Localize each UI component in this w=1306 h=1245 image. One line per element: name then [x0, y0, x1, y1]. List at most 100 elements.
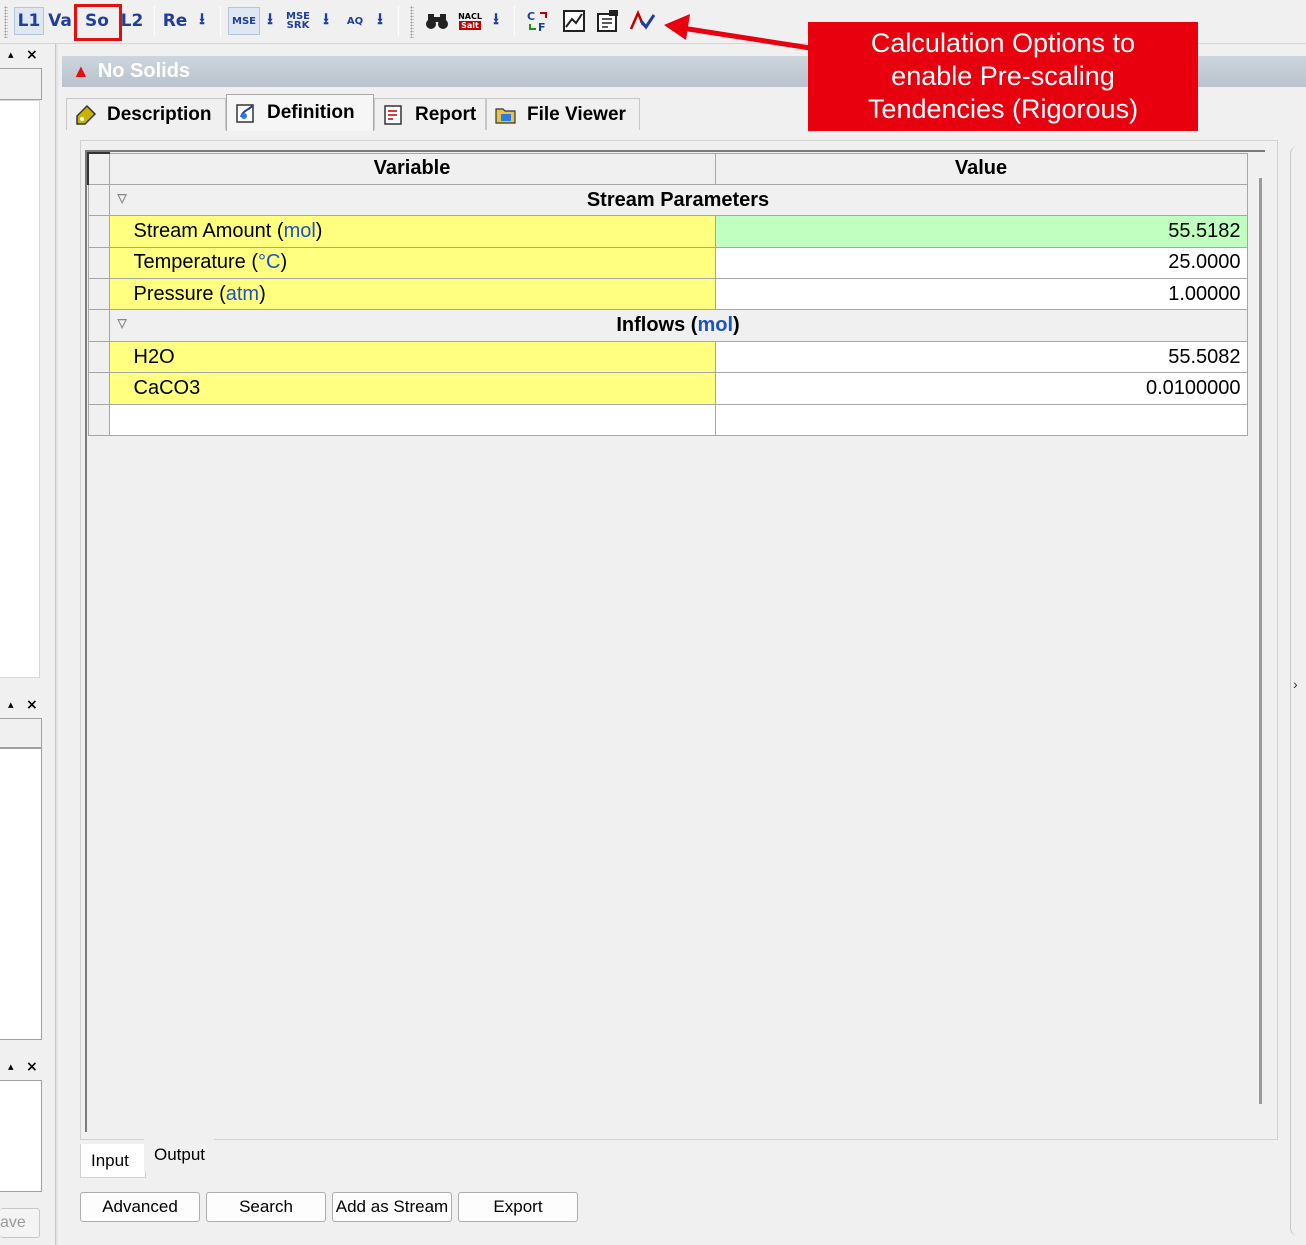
- tab-output[interactable]: Output: [144, 1138, 214, 1172]
- column-header-variable[interactable]: Variable: [108, 152, 716, 185]
- variable-cell[interactable]: H2O: [108, 340, 716, 374]
- toolbar-separator: [154, 6, 155, 36]
- value-cell[interactable]: 55.5082: [714, 340, 1248, 374]
- export-button[interactable]: Export: [458, 1192, 578, 1222]
- grid-scrollbar[interactable]: [1259, 178, 1262, 1104]
- tab-definition[interactable]: Definition: [226, 94, 374, 131]
- table-row[interactable]: Stream Amount (mol) 55.5182: [87, 215, 1248, 248]
- download-arrow-icon[interactable]: ⭳: [488, 7, 504, 35]
- value-cell[interactable]: 1.00000: [714, 278, 1248, 311]
- nacl-salt-icon[interactable]: NACL Salt: [456, 7, 484, 35]
- splitter[interactable]: [55, 44, 58, 1245]
- variable-cell[interactable]: Temperature (°C): [108, 246, 716, 280]
- new-value-cell[interactable]: [714, 403, 1248, 437]
- variable-grid: Variable Value ▽ Stream Parameters Strea…: [87, 151, 1248, 437]
- dock-header-bottom: ▴ ×: [0, 1059, 46, 1078]
- toolbar-button-aq[interactable]: AQ: [342, 7, 368, 35]
- row-selector[interactable]: [87, 246, 110, 280]
- download-arrow-icon[interactable]: ⭳: [318, 7, 334, 35]
- value-cell[interactable]: 55.5182: [714, 215, 1248, 248]
- toolbar-button-re[interactable]: Re: [160, 7, 190, 35]
- save-button[interactable]: ave: [0, 1208, 40, 1238]
- close-icon[interactable]: ×: [26, 697, 38, 713]
- chart-icon[interactable]: [560, 7, 588, 35]
- grid-header-row: Variable Value: [87, 151, 1248, 185]
- value-cell[interactable]: 0.0100000: [714, 372, 1248, 405]
- toolbar-grip[interactable]: [4, 6, 8, 38]
- toolbar-button-va[interactable]: Va: [46, 7, 74, 35]
- report-icon: [383, 104, 405, 126]
- add-as-stream-button[interactable]: Add as Stream: [332, 1192, 452, 1222]
- chevron-right-icon[interactable]: ›: [1293, 676, 1298, 692]
- srk-label: SRK: [286, 20, 310, 31]
- table-row[interactable]: Pressure (atm) 1.00000: [87, 278, 1248, 311]
- table-row[interactable]: H2O 55.5082: [87, 340, 1248, 374]
- unit-link[interactable]: atm: [226, 283, 259, 305]
- new-row[interactable]: [87, 403, 1248, 437]
- tab-file-viewer[interactable]: File Viewer: [486, 98, 640, 130]
- dock-panel-middle: [0, 748, 42, 1040]
- tag-icon: [75, 104, 97, 126]
- toolbar-button-mse[interactable]: MSE: [228, 7, 260, 35]
- properties-icon[interactable]: [594, 7, 622, 35]
- download-arrow-icon[interactable]: ⭳: [372, 7, 388, 35]
- collapse-triangle-icon[interactable]: ▽: [118, 191, 127, 205]
- toolbar-separator: [220, 6, 221, 36]
- search-button[interactable]: Search: [206, 1192, 326, 1222]
- convert-units-icon[interactable]: CF: [524, 7, 552, 35]
- unit-link[interactable]: mol: [697, 314, 733, 336]
- close-icon[interactable]: ×: [26, 1059, 38, 1075]
- binoculars-icon[interactable]: [424, 7, 450, 35]
- row-selector[interactable]: [87, 403, 110, 437]
- value-cell[interactable]: 25.0000: [714, 246, 1248, 280]
- tab-report[interactable]: Report: [374, 98, 486, 130]
- variable-cell[interactable]: CaCO3: [108, 372, 716, 405]
- section-header[interactable]: ▽ Stream Parameters: [108, 183, 1248, 217]
- row-selector[interactable]: [87, 278, 110, 311]
- section-row-stream-parameters: ▽ Stream Parameters: [87, 183, 1248, 217]
- dock-header-middle: ▴ ×: [0, 697, 46, 716]
- calculation-options-icon[interactable]: [628, 7, 656, 35]
- app-window: L1 Va So L2 Re ⭳ MSE ⭳ MSE SRK ⭳ AQ ⭳ NA…: [0, 0, 1306, 1245]
- toolbar-button-l2[interactable]: L2: [118, 7, 146, 35]
- warning-icon: ▲: [72, 61, 90, 81]
- collapse-icon[interactable]: ▴: [8, 698, 14, 711]
- close-icon[interactable]: ×: [26, 47, 38, 63]
- variable-cell[interactable]: Pressure (atm): [108, 278, 716, 311]
- new-variable-cell[interactable]: [108, 403, 716, 437]
- toolbar-button-mse-srk[interactable]: MSE SRK: [284, 7, 312, 35]
- toolbar-separator: [398, 6, 399, 36]
- tab-input[interactable]: Input: [80, 1144, 146, 1178]
- download-arrow-icon[interactable]: ⭳: [262, 7, 278, 35]
- dock-header-top: ▴ ×: [0, 47, 46, 66]
- section-header[interactable]: ▽ Inflows (mol): [108, 309, 1248, 342]
- select-all-cell[interactable]: [87, 151, 110, 185]
- dock-panel-top: [0, 100, 40, 678]
- download-arrow-icon[interactable]: ⭳: [194, 7, 210, 35]
- row-selector[interactable]: [87, 309, 110, 342]
- highlight-box: [74, 4, 122, 41]
- table-row[interactable]: Temperature (°C) 25.0000: [87, 246, 1248, 280]
- unit-link[interactable]: °C: [258, 251, 280, 273]
- row-selector[interactable]: [87, 183, 110, 217]
- toolbar-button-l1[interactable]: L1: [14, 7, 44, 35]
- dock-tab[interactable]: [0, 68, 42, 100]
- section-row-inflows: ▽ Inflows (mol): [87, 309, 1248, 342]
- svg-text:C: C: [527, 10, 535, 23]
- advanced-button[interactable]: Advanced: [80, 1192, 200, 1222]
- dock-tab[interactable]: [0, 718, 42, 748]
- row-selector[interactable]: [87, 215, 110, 248]
- toolbar-grip[interactable]: [410, 6, 414, 38]
- row-selector[interactable]: [87, 372, 110, 405]
- toolbar-separator: [514, 6, 515, 36]
- collapse-triangle-icon[interactable]: ▽: [118, 316, 127, 330]
- table-row[interactable]: CaCO3 0.0100000: [87, 372, 1248, 405]
- dock-panel-bottom: [0, 1080, 42, 1192]
- variable-cell[interactable]: Stream Amount (mol): [108, 215, 716, 248]
- collapse-icon[interactable]: ▴: [8, 1060, 14, 1073]
- column-header-value[interactable]: Value: [714, 152, 1248, 185]
- unit-link[interactable]: mol: [284, 220, 316, 242]
- row-selector[interactable]: [87, 340, 110, 374]
- tab-description[interactable]: Description: [66, 98, 226, 130]
- collapse-icon[interactable]: ▴: [8, 48, 14, 61]
